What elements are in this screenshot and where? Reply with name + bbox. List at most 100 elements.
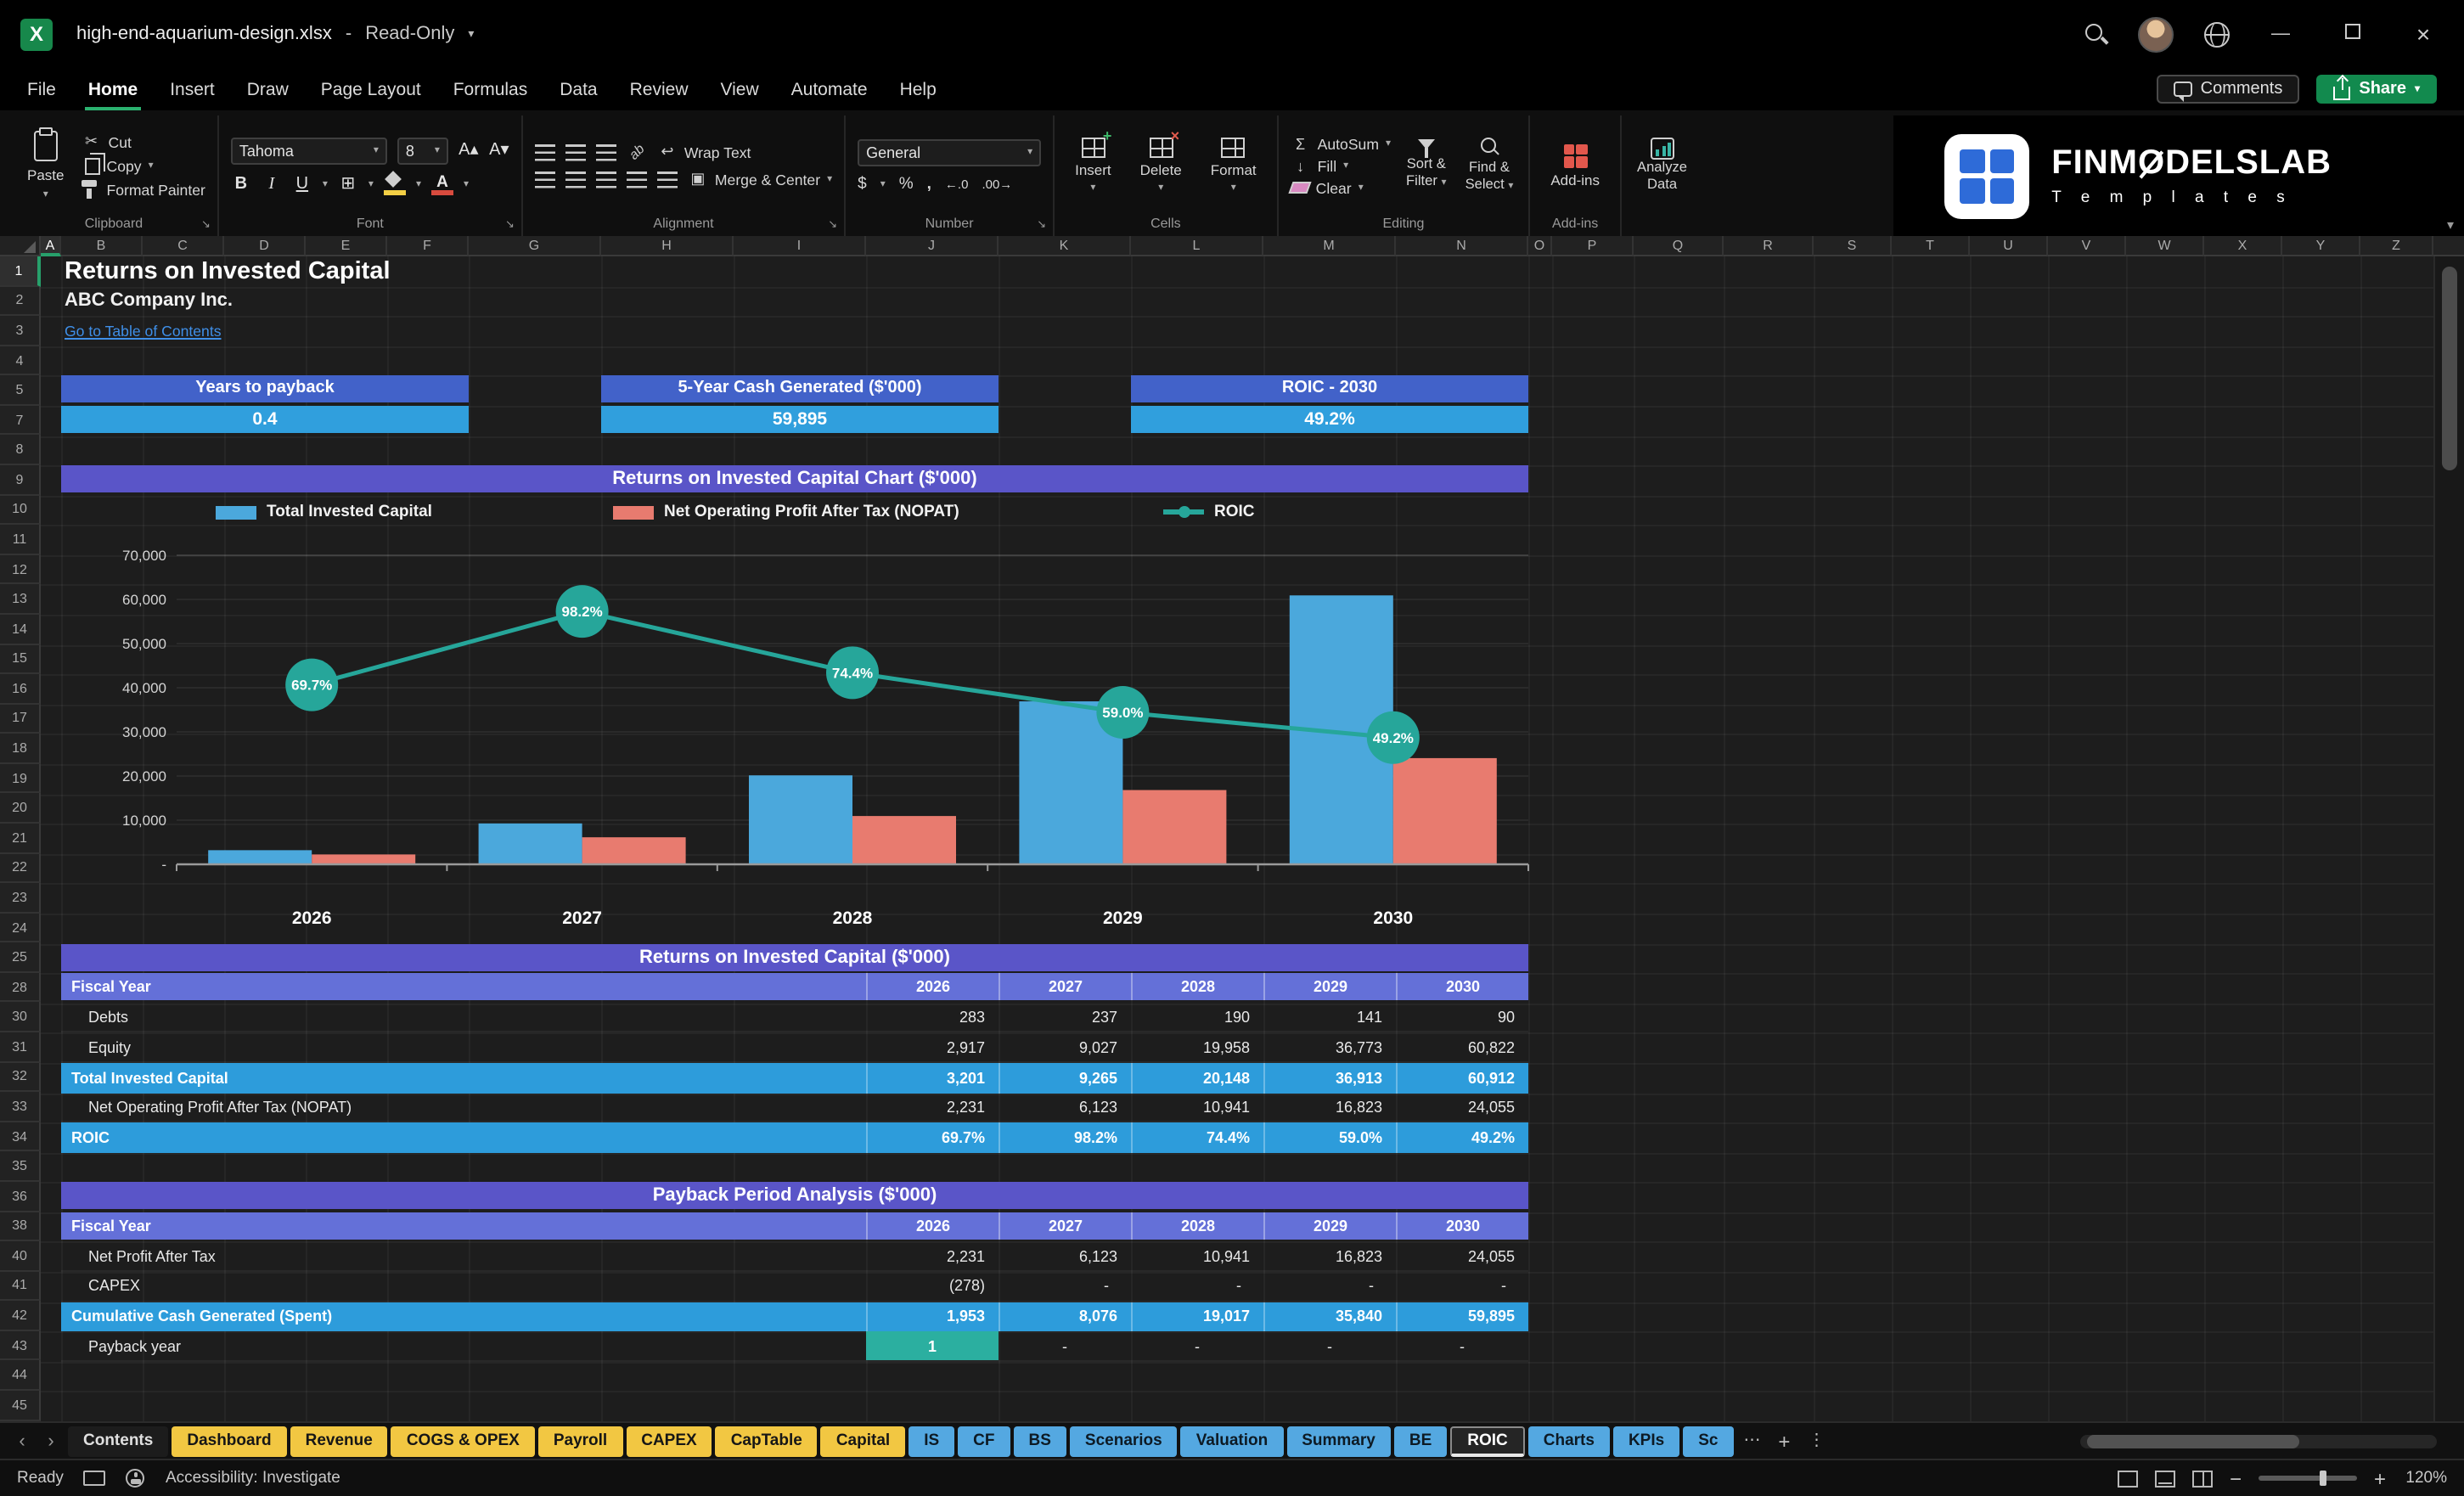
column-header-B[interactable]: B <box>61 236 143 256</box>
minimize-button[interactable]: — <box>2260 24 2301 44</box>
roic-chart[interactable]: 69.7% 98.2% 74.4% 59.0% 49.2% <box>61 494 1532 939</box>
decrease-decimal-button[interactable]: .00→ <box>982 176 1012 191</box>
page-break-view-button[interactable] <box>2191 1470 2213 1487</box>
sheet-tab-charts[interactable]: Charts <box>1527 1426 1610 1456</box>
column-header-T[interactable]: T <box>1892 236 1970 256</box>
merge-center-button[interactable]: ▣ Merge & Center ▾ <box>688 170 832 188</box>
year-cell[interactable]: 2027 <box>999 1212 1131 1240</box>
decrease-font-button[interactable]: A▾ <box>489 141 509 160</box>
borders-button[interactable]: ⊞ <box>338 174 358 193</box>
table-cell[interactable]: 2,231 <box>866 1242 999 1270</box>
file-menu-caret-icon[interactable]: ▾ <box>468 27 474 41</box>
table-cell[interactable]: 1,953 <box>866 1302 999 1332</box>
wrap-text-button[interactable]: ↩ Wrap Text <box>657 143 751 161</box>
horizontal-scrollbar[interactable] <box>2080 1434 2437 1448</box>
sheet-tab-summary[interactable]: Summary <box>1286 1426 1391 1456</box>
orientation-button[interactable]: ab <box>624 139 650 165</box>
menu-formulas[interactable]: Formulas <box>453 79 528 99</box>
align-left-button[interactable] <box>534 171 555 188</box>
underline-button[interactable]: U <box>292 174 312 193</box>
sheet-tab-is[interactable]: IS <box>909 1426 955 1456</box>
column-header-M[interactable]: M <box>1263 236 1396 256</box>
table-cell[interactable]: 2,917 <box>866 1033 999 1061</box>
analyze-data-button[interactable]: Analyze Data <box>1634 138 1690 194</box>
table-cell[interactable]: 36,913 <box>1263 1062 1396 1094</box>
vertical-scrollbar-thumb[interactable] <box>2442 267 2457 470</box>
find-select-button[interactable]: Find & Select ▾ <box>1462 137 1517 194</box>
maximize-button[interactable] <box>2332 24 2372 44</box>
sheet-tab-scenarios[interactable]: Scenarios <box>1069 1426 1178 1456</box>
column-header-J[interactable]: J <box>866 236 999 256</box>
table-cell[interactable]: 8,076 <box>999 1302 1131 1332</box>
table-cell[interactable]: 10,941 <box>1131 1093 1263 1121</box>
table-cell[interactable]: 10,941 <box>1131 1242 1263 1270</box>
sheet-tab-capex[interactable]: CAPEX <box>626 1426 712 1456</box>
table-cell[interactable]: 2,231 <box>866 1093 999 1121</box>
sheet-tab-captable[interactable]: CapTable <box>715 1426 818 1456</box>
row-header-19[interactable]: 19 <box>0 763 41 794</box>
bar-nopat-2030[interactable] <box>1392 757 1497 864</box>
table-row-label[interactable]: Payback year <box>61 1332 866 1360</box>
menu-help[interactable]: Help <box>900 79 937 99</box>
sheet-tab-bs[interactable]: BS <box>1013 1426 1066 1456</box>
align-top-button[interactable] <box>534 143 555 160</box>
table-cell[interactable]: 98.2% <box>999 1122 1131 1153</box>
menu-insert[interactable]: Insert <box>170 79 215 99</box>
row-header-45[interactable]: 45 <box>0 1390 41 1421</box>
table-cell[interactable]: - <box>1396 1332 1528 1360</box>
row-header-40[interactable]: 40 <box>0 1241 41 1272</box>
table-cell[interactable]: 90 <box>1396 1004 1528 1032</box>
row-header-41[interactable]: 41 <box>0 1271 41 1302</box>
column-header-X[interactable]: X <box>2204 236 2282 256</box>
percent-style-button[interactable]: % <box>899 174 914 193</box>
fill-button[interactable]: ↓ Fill ▾ <box>1291 157 1391 174</box>
format-cells-button[interactable]: Format ▾ <box>1202 138 1265 194</box>
sheet-tab-kpis[interactable]: KPIs <box>1612 1426 1680 1456</box>
menu-view[interactable]: View <box>721 79 759 99</box>
table-of-contents-link[interactable]: Go to Table of Contents <box>65 323 222 340</box>
table-cell[interactable]: 16,823 <box>1263 1242 1396 1270</box>
copy-button[interactable]: Copy ▾ <box>82 153 205 174</box>
ribbon-collapse-button[interactable]: ▾ <box>2447 217 2454 233</box>
table-cell[interactable]: 35,840 <box>1263 1302 1396 1332</box>
table-cell[interactable]: 3,201 <box>866 1062 999 1094</box>
sheet-tab-revenue[interactable]: Revenue <box>290 1426 388 1456</box>
column-header-G[interactable]: G <box>469 236 601 256</box>
zoom-out-button[interactable]: − <box>2230 1466 2242 1490</box>
increase-decimal-button[interactable]: ←.0 <box>945 176 969 191</box>
menu-data[interactable]: Data <box>560 79 597 99</box>
more-sheets-button[interactable]: ⋯ <box>1738 1431 1765 1450</box>
row-header-2[interactable]: 2 <box>0 286 41 317</box>
column-header-R[interactable]: R <box>1724 236 1814 256</box>
table-cell[interactable]: 6,123 <box>999 1242 1131 1270</box>
align-right-button[interactable] <box>595 171 616 188</box>
row-header-16[interactable]: 16 <box>0 674 41 705</box>
delete-cells-button[interactable]: Delete ▾ <box>1132 127 1190 194</box>
zoom-in-button[interactable]: + <box>2374 1466 2386 1490</box>
table-row-label[interactable]: CAPEX <box>61 1272 866 1300</box>
avatar[interactable] <box>2138 16 2174 52</box>
italic-button[interactable]: I <box>262 174 282 193</box>
bar-nopat-2027[interactable] <box>582 837 686 864</box>
sheet-tab-sc[interactable]: Sc <box>1683 1426 1734 1456</box>
table-row-label[interactable]: ROIC <box>61 1122 866 1152</box>
font-name-select[interactable]: Tahoma ▾ <box>230 137 387 164</box>
font-size-select[interactable]: 8 ▾ <box>397 137 448 164</box>
row-header-33[interactable]: 33 <box>0 1092 41 1122</box>
clipboard-dialog-launcher[interactable]: ↘ <box>201 217 211 231</box>
year-cell[interactable]: 2028 <box>1131 973 1263 1001</box>
fill-color-caret-icon[interactable]: ▾ <box>416 177 421 189</box>
row-header-23[interactable]: 23 <box>0 883 41 914</box>
fiscal-year-label[interactable]: Fiscal Year <box>61 973 866 1000</box>
row-header-17[interactable]: 17 <box>0 704 41 734</box>
table-cell[interactable]: 141 <box>1263 1004 1396 1032</box>
bar-tic-2028[interactable] <box>749 775 852 864</box>
font-color-caret-icon[interactable]: ▾ <box>464 177 469 189</box>
sort-filter-button[interactable]: Sort & Filter ▾ <box>1403 139 1450 191</box>
insert-cells-button[interactable]: Insert ▾ <box>1066 127 1120 194</box>
column-header-E[interactable]: E <box>306 236 387 256</box>
column-header-H[interactable]: H <box>601 236 734 256</box>
row-header-7[interactable]: 7 <box>0 405 41 436</box>
row-header-8[interactable]: 8 <box>0 435 41 466</box>
table-cell[interactable]: - <box>1263 1332 1396 1360</box>
